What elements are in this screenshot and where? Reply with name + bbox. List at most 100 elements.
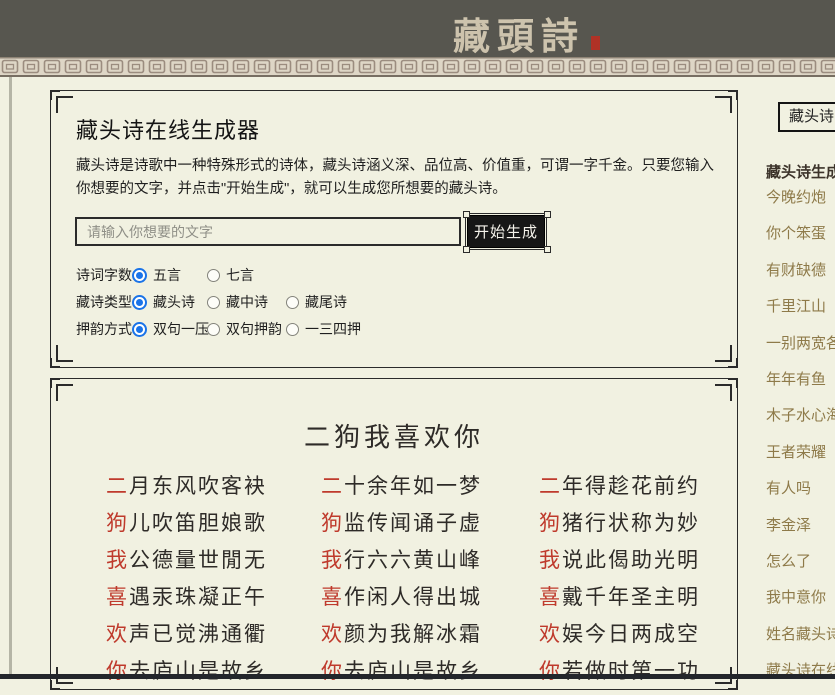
poem-acrostic-char: 你 bbox=[321, 659, 344, 683]
sidebar-history-list: 今晚约炮你个笨蛋有财缺德千里江山一别两宽各年年有鱼木子水心海王者荣耀有人吗李金泽… bbox=[766, 186, 835, 695]
poem-line-text: 去庐山是故乡 bbox=[129, 659, 267, 683]
poem-line: 我行六六黄山峰 bbox=[321, 545, 482, 582]
poem-line: 我说此偈助光明 bbox=[539, 545, 700, 582]
radio-icon[interactable] bbox=[286, 296, 299, 309]
poem-line: 喜遇汞珠凝正午 bbox=[106, 582, 267, 619]
poem-line-text: 说此偈助光明 bbox=[562, 548, 700, 572]
poem-line-text: 行六六黄山峰 bbox=[344, 548, 482, 572]
poem-line-text: 颜为我解冰霜 bbox=[344, 622, 482, 646]
radio-choice-2-2[interactable]: 一三四押 bbox=[286, 319, 361, 339]
poem-acrostic-char: 二 bbox=[321, 474, 344, 498]
generator-description: 藏头诗是诗歌中一种特殊形式的诗体，藏头诗涵义深、品位高、价值重，可谓一字千金。只… bbox=[76, 155, 721, 201]
radio-choice-label[interactable]: 藏头诗 bbox=[153, 292, 195, 312]
poem-acrostic-char: 二 bbox=[539, 474, 562, 498]
radio-choice-label[interactable]: 双句一压 bbox=[153, 319, 209, 339]
poem-line: 狗儿吹笛胆娘歌 bbox=[106, 508, 267, 545]
radio-choice-label[interactable]: 七言 bbox=[226, 265, 254, 285]
sidebar-history-item[interactable]: 我中意你 bbox=[766, 586, 835, 622]
sidebar-history-item[interactable]: 一别两宽各 bbox=[766, 332, 835, 368]
poem-acrostic-char: 狗 bbox=[539, 511, 562, 535]
page-title: 藏头诗在线生成器 bbox=[76, 113, 260, 145]
poem-acrostic-char: 我 bbox=[539, 548, 562, 572]
frame-corner-icon bbox=[712, 342, 738, 368]
poem-line: 喜戴千年圣主明 bbox=[539, 582, 700, 619]
radio-icon[interactable] bbox=[286, 323, 299, 336]
poem-line-text: 儿吹笛胆娘歌 bbox=[129, 511, 267, 535]
sidebar-history-item[interactable]: 姓名藏头诗 bbox=[766, 623, 835, 659]
radio-icon[interactable] bbox=[207, 323, 220, 336]
poem-acrostic-char: 你 bbox=[106, 659, 129, 683]
generate-button[interactable]: 开始生成 bbox=[467, 215, 545, 248]
radio-choice-0-0[interactable]: 五言 bbox=[132, 265, 181, 285]
radio-choice-label[interactable]: 一三四押 bbox=[305, 319, 361, 339]
poem-line-text: 戴千年圣主明 bbox=[562, 585, 700, 609]
sidebar-history-item[interactable]: 千里江山 bbox=[766, 295, 835, 331]
poem-acrostic-char: 我 bbox=[106, 548, 129, 572]
radio-choice-label[interactable]: 藏中诗 bbox=[226, 292, 268, 312]
sidebar-history-item[interactable]: 年年有鱼 bbox=[766, 368, 835, 404]
poem-acrostic-char: 喜 bbox=[106, 585, 129, 609]
poem-line: 狗监传闻诵子虚 bbox=[321, 508, 482, 545]
poem-acrostic-char: 喜 bbox=[539, 585, 562, 609]
poem-acrostic-char: 我 bbox=[321, 548, 344, 572]
button-corner-knob-icon bbox=[463, 246, 470, 253]
content-left-divider bbox=[9, 77, 12, 674]
sidebar-history-item[interactable]: 有人吗 bbox=[766, 477, 835, 513]
button-corner-knob-icon bbox=[544, 211, 551, 218]
sidebar-history-item[interactable]: 你个笨蛋 bbox=[766, 222, 835, 258]
radio-choice-2-1[interactable]: 双句押韵 bbox=[207, 319, 282, 339]
poem-text-input[interactable] bbox=[75, 217, 461, 246]
radio-icon[interactable] bbox=[207, 269, 220, 282]
result-box: 二狗我喜欢你 二月东风吹客袂狗儿吹笛胆娘歌我公德量世閒无喜遇汞珠凝正午欢声已觉沸… bbox=[50, 378, 738, 690]
radio-choice-0-1[interactable]: 七言 bbox=[207, 265, 254, 285]
poem-line-text: 去庐山是故乡 bbox=[344, 659, 482, 683]
sidebar-history-item[interactable]: 李金泽 bbox=[766, 514, 835, 550]
radio-choice-1-1[interactable]: 藏中诗 bbox=[207, 292, 268, 312]
sidebar-history-item[interactable]: 木子水心海 bbox=[766, 404, 835, 440]
radio-choice-label[interactable]: 双句押韵 bbox=[226, 319, 282, 339]
poem-line: 狗猪行状称为妙 bbox=[539, 508, 700, 545]
sidebar-history-item[interactable]: 怎么了 bbox=[766, 550, 835, 586]
poem-column: 二月东风吹客袂狗儿吹笛胆娘歌我公德量世閒无喜遇汞珠凝正午欢声已觉沸通衢你去庐山是… bbox=[106, 471, 267, 693]
meander-border-strip bbox=[0, 57, 835, 77]
poem-line: 欢颜为我解冰霜 bbox=[321, 619, 482, 656]
poem-line-text: 监传闻诵子虚 bbox=[344, 511, 482, 535]
frame-corner-icon bbox=[50, 342, 76, 368]
frame-corner-icon bbox=[712, 378, 738, 404]
radio-choice-1-0[interactable]: 藏头诗 bbox=[132, 292, 195, 312]
sidebar-history-item[interactable]: 有财缺德 bbox=[766, 259, 835, 295]
poem-acrostic-char: 欢 bbox=[539, 622, 562, 646]
poem-line: 喜作闲人得出城 bbox=[321, 582, 482, 619]
poem-acrostic-char: 喜 bbox=[321, 585, 344, 609]
poem-line-text: 月东风吹客袂 bbox=[129, 474, 267, 498]
frame-corner-icon bbox=[712, 90, 738, 116]
radio-choice-label[interactable]: 藏尾诗 bbox=[305, 292, 347, 312]
poem-line-text: 作闲人得出城 bbox=[344, 585, 482, 609]
poem-line-text: 公德量世閒无 bbox=[129, 548, 267, 572]
poem-line: 欢声已觉沸通衢 bbox=[106, 619, 267, 656]
poem-acrostic-char: 二 bbox=[106, 474, 129, 498]
sidebar-history-item[interactable]: 王者荣耀 bbox=[766, 441, 835, 477]
sidebar-nav-button[interactable]: 藏头诗 bbox=[778, 102, 835, 132]
poem-acrostic-char: 欢 bbox=[321, 622, 344, 646]
radio-choice-2-0[interactable]: 双句一压 bbox=[132, 319, 209, 339]
poem-line-text: 十余年如一梦 bbox=[344, 474, 482, 498]
frame-corner-icon bbox=[50, 90, 76, 116]
sidebar-heading: 藏头诗生成记录 bbox=[766, 161, 835, 182]
radio-choice-1-2[interactable]: 藏尾诗 bbox=[286, 292, 347, 312]
radio-selected-icon[interactable] bbox=[132, 295, 147, 310]
radio-selected-icon[interactable] bbox=[132, 268, 147, 283]
poem-column: 二年得趁花前约狗猪行状称为妙我说此偈助光明喜戴千年圣主明欢娱今日两成空你若做时第… bbox=[539, 471, 700, 693]
poem-acrostic-char: 你 bbox=[539, 659, 562, 683]
poem-line: 我公德量世閒无 bbox=[106, 545, 267, 582]
radio-selected-icon[interactable] bbox=[132, 322, 147, 337]
radio-choice-label[interactable]: 五言 bbox=[153, 265, 181, 285]
poem-acrostic-char: 狗 bbox=[321, 511, 344, 535]
poem-line-text: 声已觉沸通衢 bbox=[129, 622, 267, 646]
radio-icon[interactable] bbox=[207, 296, 220, 309]
poem-line: 二十余年如一梦 bbox=[321, 471, 482, 508]
poem-line: 二月东风吹客袂 bbox=[106, 471, 267, 508]
generator-box: 藏头诗在线生成器 藏头诗是诗歌中一种特殊形式的诗体，藏头诗涵义深、品位高、价值重… bbox=[50, 90, 738, 368]
sidebar-history-item[interactable]: 今晚约炮 bbox=[766, 186, 835, 222]
poem-line-text: 年得趁花前约 bbox=[562, 474, 700, 498]
